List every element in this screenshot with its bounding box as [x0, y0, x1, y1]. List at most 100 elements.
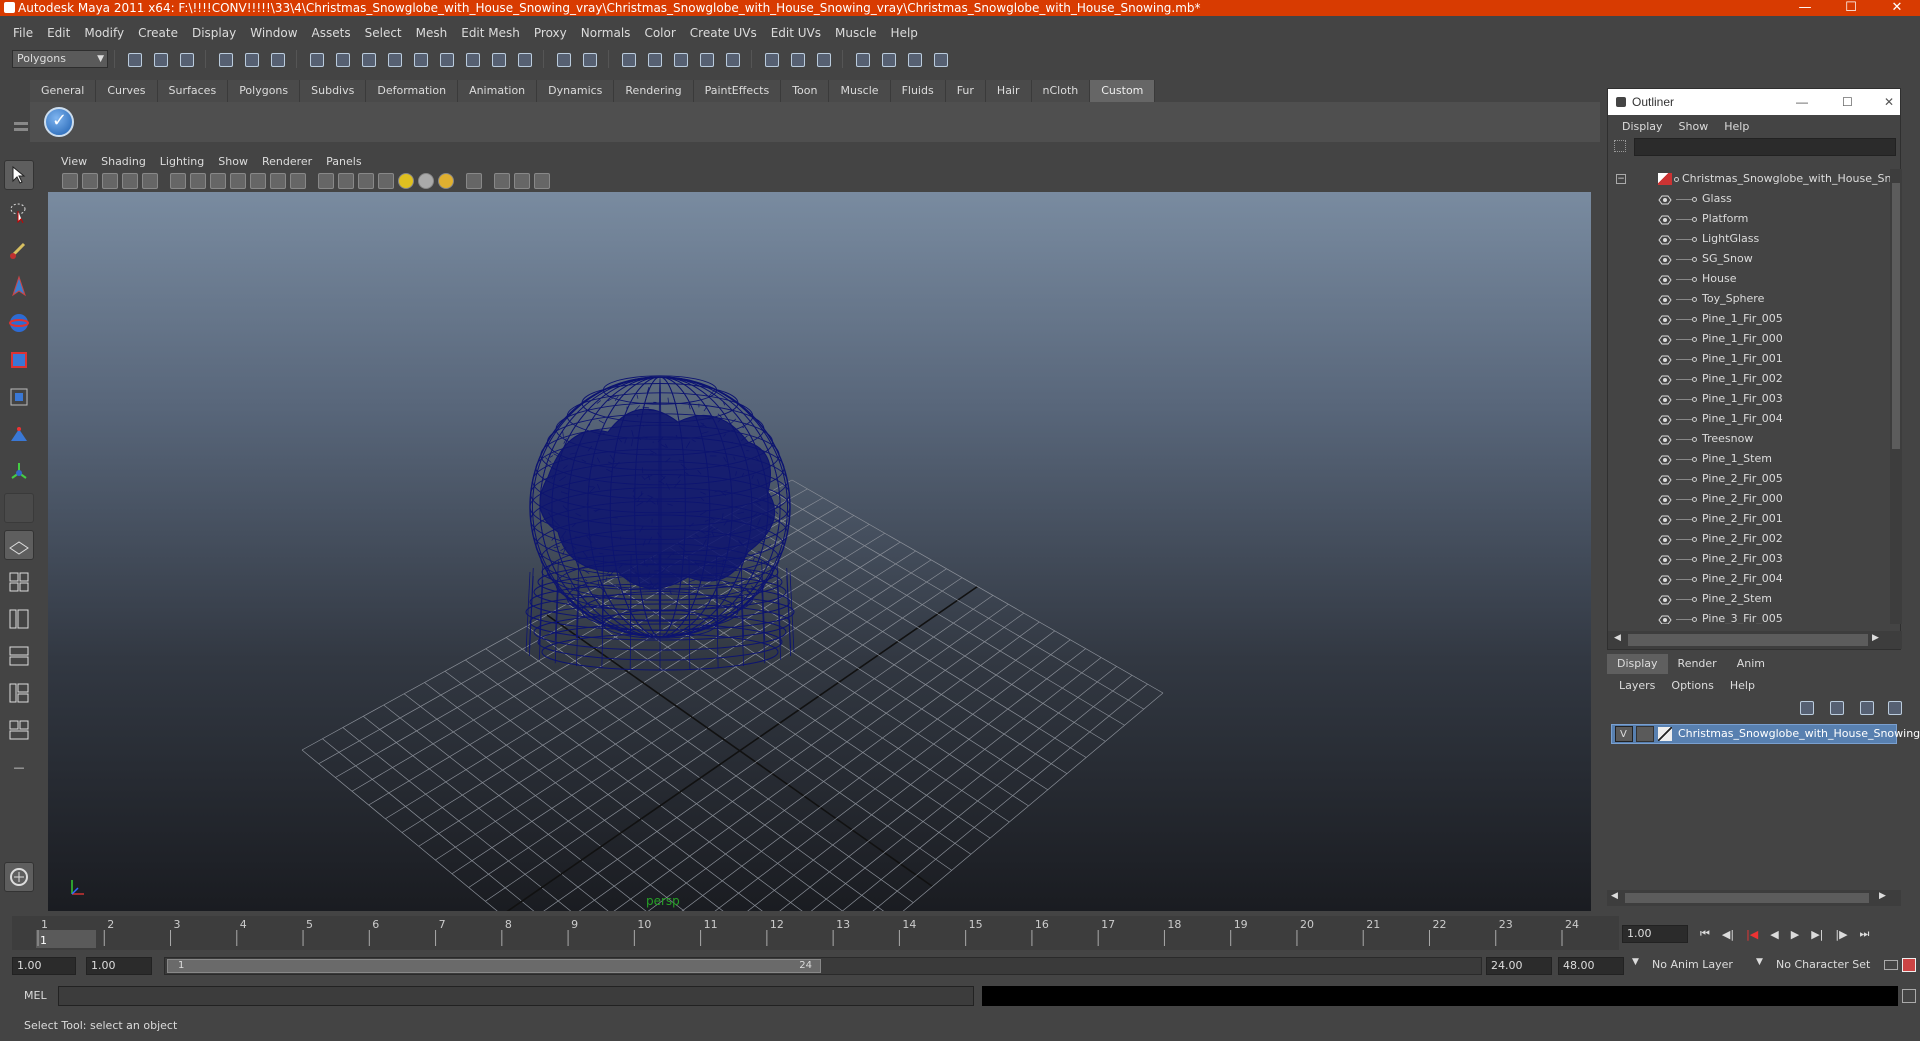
outliner-item[interactable]: Pine_2_Fir_005	[1608, 469, 1902, 489]
outliner-item[interactable]: Pine_1_Fir_000	[1608, 329, 1902, 349]
shelf-tab-fluids[interactable]: Fluids	[890, 80, 946, 102]
select-component-icon[interactable]	[267, 49, 287, 69]
go-to-start-icon[interactable]: ⏮	[1700, 927, 1710, 941]
shelf-tab-deformation[interactable]: Deformation	[366, 80, 459, 102]
snap-point-icon[interactable]	[670, 49, 690, 69]
outliner-item[interactable]: Pine_2_Fir_001	[1608, 509, 1902, 529]
filter-icon[interactable]	[1614, 140, 1626, 152]
shelf-tab-subdivs[interactable]: Subdivs	[300, 80, 367, 102]
menu-edit-uvs[interactable]: Edit UVs	[764, 26, 828, 40]
mask-handles-icon[interactable]	[306, 49, 326, 69]
menu-create-uvs[interactable]: Create UVs	[683, 26, 764, 40]
shelf-tab-general[interactable]: General	[30, 80, 97, 102]
persp-graph-layout-icon[interactable]	[4, 641, 34, 671]
scroll-thumb[interactable]	[1892, 183, 1900, 449]
xray-icon[interactable]	[494, 173, 510, 189]
viewport-menu-renderer[interactable]: Renderer	[255, 155, 319, 168]
outliner-persp-layout-icon[interactable]	[4, 604, 34, 634]
scroll-right-icon[interactable]: ▶	[1879, 891, 1886, 901]
construction-history-icon[interactable]	[813, 49, 833, 69]
menu-display[interactable]: Display	[185, 26, 243, 40]
layer-visibility-toggle[interactable]: V	[1615, 726, 1633, 742]
minimize-icon[interactable]: —	[1782, 0, 1828, 16]
scroll-thumb[interactable]	[1625, 893, 1869, 903]
high-quality-icon[interactable]	[534, 173, 550, 189]
hypershade-layout-icon[interactable]	[4, 678, 34, 708]
gate-mask-icon[interactable]	[230, 173, 246, 189]
time-slider[interactable]: 1 2 3 4 5 6 7 8 9 10 11 12 13 14 15 16 17 18 19 20 21 22 23 24 1	[12, 916, 1619, 950]
menu-modify[interactable]: Modify	[77, 26, 131, 40]
shelf-tab-ncloth[interactable]: nCloth	[1031, 80, 1091, 102]
lock-icon[interactable]	[553, 49, 573, 69]
mask-deform-icon[interactable]	[410, 49, 430, 69]
menu-create[interactable]: Create	[131, 26, 185, 40]
outliner-root-item[interactable]: − Christmas_Snowglobe_with_House_Snowing	[1608, 169, 1902, 189]
mask-misc-icon[interactable]	[488, 49, 508, 69]
select-camera-icon[interactable]	[62, 173, 78, 189]
move-tool-icon[interactable]	[4, 271, 34, 301]
help-icon[interactable]	[514, 49, 534, 69]
safe-action-icon[interactable]	[270, 173, 286, 189]
shelf-tab-surfaces[interactable]: Surfaces	[157, 80, 229, 102]
shelf-tab-toon[interactable]: Toon	[781, 80, 830, 102]
scroll-left-icon[interactable]: ◀	[1614, 633, 1621, 643]
character-set-dropdown[interactable]: No Character Set	[1772, 957, 1880, 975]
single-perspective-layout-icon[interactable]	[4, 530, 34, 560]
last-tool-slot[interactable]	[4, 493, 34, 523]
layer-row[interactable]: V Christmas_Snowglobe_with_House_Snowing	[1611, 724, 1920, 744]
outliner-item[interactable]: Pine_1_Fir_005	[1608, 309, 1902, 329]
mask-rendering-icon[interactable]	[462, 49, 482, 69]
outliner-menu-display[interactable]: Display	[1614, 120, 1671, 133]
menuset-dropdown[interactable]: Polygons ▼	[12, 50, 108, 68]
outliner-item[interactable]: Pine_2_Fir_004	[1608, 569, 1902, 589]
rotate-tool-icon[interactable]	[4, 308, 34, 338]
render-settings-icon[interactable]	[930, 49, 950, 69]
current-time-field[interactable]: 1.00	[1622, 925, 1688, 943]
mask-surfaces-icon[interactable]	[384, 49, 404, 69]
outliner-item[interactable]: Pine_2_Fir_002	[1608, 529, 1902, 549]
smooth-shade-icon[interactable]	[338, 173, 354, 189]
snap-curve-icon[interactable]	[644, 49, 664, 69]
layer-menu-layers[interactable]: Layers	[1611, 679, 1663, 692]
ipr-render-icon[interactable]	[904, 49, 924, 69]
auto-key-icon[interactable]	[1884, 960, 1898, 970]
wireframe-on-shaded-icon[interactable]	[358, 173, 374, 189]
layer-tab-render[interactable]: Render	[1668, 654, 1727, 674]
shelf-tab-curves[interactable]: Curves	[96, 80, 158, 102]
maximize-icon[interactable]: ☐	[1842, 89, 1853, 115]
menu-edit[interactable]: Edit	[40, 26, 77, 40]
shelf-tab-rendering[interactable]: Rendering	[614, 80, 694, 102]
menu-file[interactable]: File	[6, 26, 40, 40]
menu-select[interactable]: Select	[358, 26, 409, 40]
persp-outliner-layout-icon[interactable]	[4, 715, 34, 745]
universal-manipulator-icon[interactable]	[4, 382, 34, 412]
lasso-tool-icon[interactable]	[4, 197, 34, 227]
outliner-horizontal-scrollbar[interactable]: ◀ ▶	[1608, 631, 1902, 649]
outliner-item[interactable]: Pine_1_Fir_004	[1608, 409, 1902, 429]
outliner-item[interactable]: Pine_2_Fir_000	[1608, 489, 1902, 509]
open-scene-icon[interactable]	[150, 49, 170, 69]
close-icon[interactable]: ✕	[1884, 89, 1894, 115]
snap-plane-icon[interactable]	[696, 49, 716, 69]
outliner-item[interactable]: Toy_Sphere	[1608, 289, 1902, 309]
layer-type-toggle[interactable]	[1636, 726, 1654, 742]
layer-tab-anim[interactable]: Anim	[1727, 654, 1775, 674]
textured-icon[interactable]	[378, 173, 394, 189]
outliner-item[interactable]: LightGlass	[1608, 229, 1902, 249]
toolbox-settings-icon[interactable]	[4, 862, 34, 892]
menu-window[interactable]: Window	[243, 26, 304, 40]
bookmarks-icon[interactable]	[102, 173, 118, 189]
outliner-item[interactable]: House	[1608, 269, 1902, 289]
playback-start-field[interactable]: 1.00	[86, 957, 152, 975]
lighting-icon[interactable]	[438, 173, 454, 189]
render-current-icon[interactable]	[878, 49, 898, 69]
snowglobe-wireframe[interactable]	[525, 375, 795, 671]
outliner-item[interactable]: Glass	[1608, 189, 1902, 209]
mask-dynamics-icon[interactable]	[436, 49, 456, 69]
shelf-tab-muscle[interactable]: Muscle	[829, 80, 891, 102]
shelf-tab-polygons[interactable]: Polygons	[228, 80, 301, 102]
snap-grid-icon[interactable]	[618, 49, 638, 69]
film-gate-icon[interactable]	[190, 173, 206, 189]
layer-scrollbar[interactable]: ◀ ▶	[1607, 890, 1901, 906]
outliner-item[interactable]: Platform	[1608, 209, 1902, 229]
